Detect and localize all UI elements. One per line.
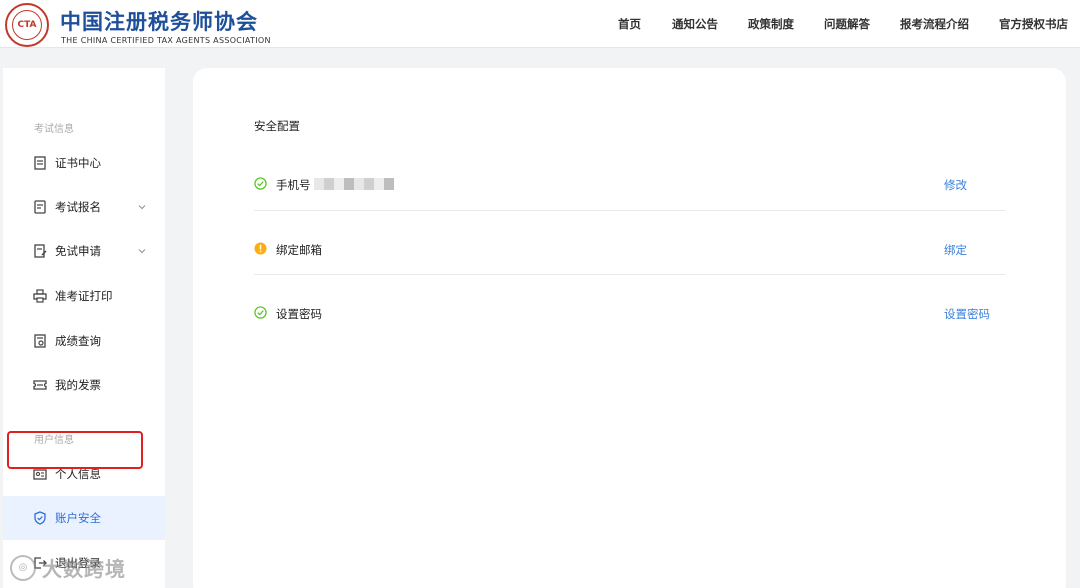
sidebar-item-label: 考试报名	[55, 200, 101, 214]
sidebar-item-registration[interactable]: 考试报名	[3, 185, 165, 229]
check-circle-icon	[254, 306, 267, 319]
sidebar-item-label: 证书中心	[55, 156, 101, 170]
watermark-text: 大数跨境	[42, 557, 126, 581]
sidebar-item-label: 准考证打印	[55, 289, 113, 303]
sidebar-item-label: 成绩查询	[55, 334, 101, 348]
sidebar-item-label: 我的发票	[55, 378, 101, 392]
check-circle-icon	[254, 177, 267, 190]
masked-phone-number	[314, 178, 394, 190]
sidebar-item-scores[interactable]: 成绩查询	[3, 319, 165, 363]
sidebar-item-certificates[interactable]: 证书中心	[3, 141, 165, 185]
row-label: 绑定邮箱	[276, 243, 322, 257]
brand-subtitle: THE CHINA CERTIFIED TAX AGENTS ASSOCIATI…	[61, 36, 271, 45]
sidebar-item-account-security[interactable]: 账户安全	[3, 496, 165, 540]
nav-notices[interactable]: 通知公告	[672, 0, 718, 48]
chevron-down-icon[interactable]	[137, 202, 147, 212]
section-title: 安全配置	[254, 119, 300, 133]
watermark: ◎ 大数跨境	[10, 553, 126, 582]
nav-faq[interactable]: 问题解答	[824, 0, 870, 48]
nav-bookstore[interactable]: 官方授权书店	[999, 0, 1068, 48]
top-header: CTA 中国注册税务师协会 THE CHINA CERTIFIED TAX AG…	[0, 0, 1080, 48]
sidebar-item-label: 免试申请	[55, 244, 101, 258]
security-panel: 安全配置 手机号 修改 绑定邮箱 绑定 设置密码 设置密码	[193, 68, 1066, 588]
sidebar-item-admission-print[interactable]: 准考证打印	[3, 274, 165, 318]
invoice-icon	[33, 378, 47, 392]
sidebar-item-label: 账户安全	[55, 511, 101, 525]
sidebar-item-exemption[interactable]: 免试申请	[3, 229, 165, 273]
printer-icon	[33, 289, 47, 303]
certificate-icon	[33, 156, 47, 170]
association-logo[interactable]: CTA	[5, 3, 49, 47]
nav-exam-process[interactable]: 报考流程介绍	[900, 0, 969, 48]
sidebar-item-invoices[interactable]: 我的发票	[3, 363, 165, 407]
security-row-email: 绑定邮箱 绑定	[254, 216, 1005, 280]
group-title-exam: 考试信息	[34, 124, 74, 135]
security-row-phone: 手机号 修改	[254, 151, 1005, 215]
row-label: 手机号	[276, 178, 311, 192]
row-label: 设置密码	[276, 307, 322, 321]
sidebar: 考试信息 证书中心 考试报名 免试申请 准考证打印 成绩查询 我的发票 用户信息…	[3, 68, 165, 588]
shield-icon	[33, 511, 47, 525]
id-card-icon	[33, 467, 47, 481]
modify-phone-link[interactable]: 修改	[944, 177, 967, 193]
sidebar-item-label: 个人信息	[55, 467, 101, 481]
nav-policies[interactable]: 政策制度	[748, 0, 794, 48]
warning-icon	[254, 242, 267, 255]
divider	[254, 274, 1005, 275]
logo-mark: CTA	[12, 10, 42, 40]
chevron-down-icon[interactable]	[137, 246, 147, 256]
bind-email-link[interactable]: 绑定	[944, 242, 967, 258]
nav-home[interactable]: 首页	[618, 0, 641, 48]
sidebar-item-profile[interactable]: 个人信息	[3, 452, 165, 496]
watermark-logo-icon: ◎	[10, 554, 36, 581]
set-password-link[interactable]: 设置密码	[944, 306, 990, 322]
exemption-icon	[33, 244, 47, 258]
registration-icon	[33, 200, 47, 214]
security-row-password: 设置密码 设置密码	[254, 280, 1005, 344]
brand-title: 中国注册税务师协会	[60, 10, 258, 34]
group-title-user: 用户信息	[34, 435, 74, 446]
score-icon	[33, 334, 47, 348]
divider	[254, 210, 1005, 211]
